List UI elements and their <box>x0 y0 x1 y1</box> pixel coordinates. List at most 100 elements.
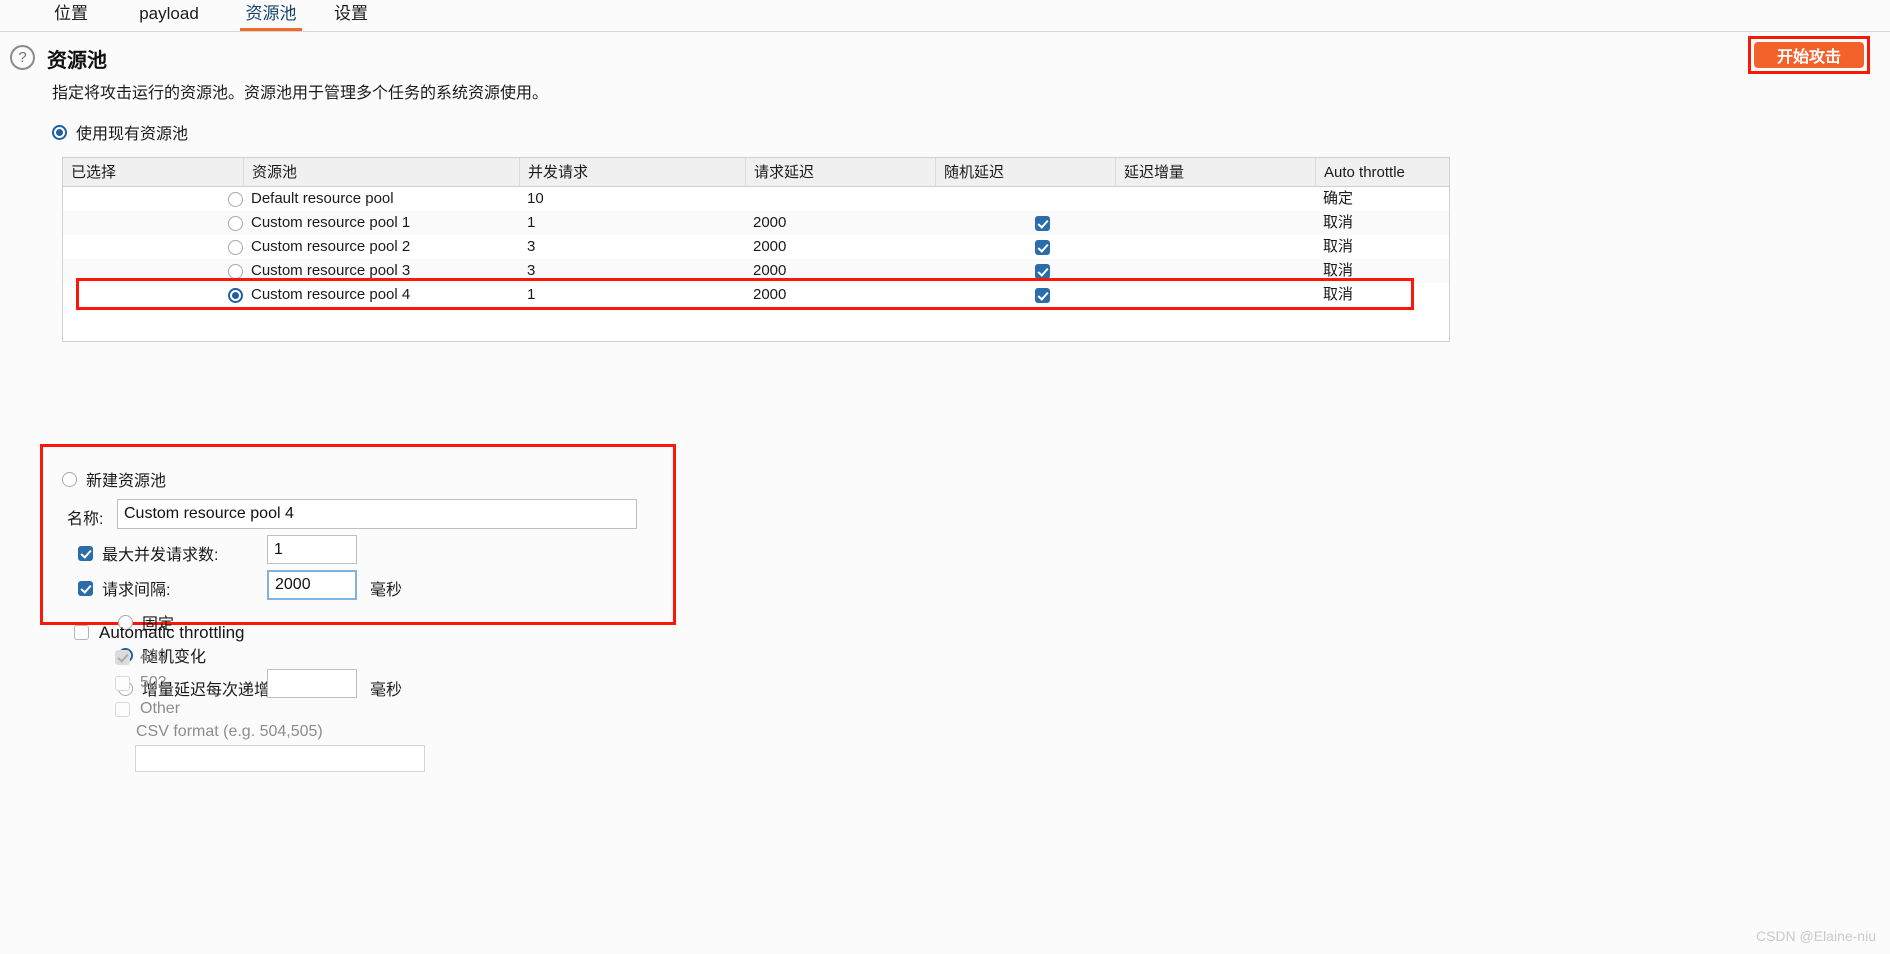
random-delay-checkbox[interactable] <box>1035 287 1050 303</box>
row-select-radio[interactable] <box>228 239 243 255</box>
cell-auto-throttle: 确定 <box>1323 190 1354 207</box>
cell-concurrent-requests: 10 <box>527 190 544 207</box>
cell-concurrent-requests: 1 <box>527 286 536 303</box>
help-icon[interactable]: ? <box>10 45 35 70</box>
automatic-throttling-option[interactable]: Automatic throttling <box>74 622 245 643</box>
increment-delay-input[interactable] <box>267 669 357 698</box>
row-select-radio[interactable] <box>228 287 243 303</box>
row-select-cell[interactable] <box>63 211 243 235</box>
cell-request-delay <box>753 187 935 211</box>
row-select-cell[interactable] <box>63 283 243 307</box>
active-tab-underline <box>240 28 302 31</box>
throttle-503-checkbox[interactable] <box>115 675 130 691</box>
cell-request-delay: 2000 <box>753 286 787 303</box>
cell-request-delay: 2000 <box>753 214 787 231</box>
max-concurrent-input[interactable] <box>267 535 357 564</box>
table-header-delay[interactable]: 请求延迟 <box>745 158 935 187</box>
table-row[interactable]: Custom resource pool 2 3 2000 取消 <box>63 235 1449 259</box>
cell-concurrent-requests: 3 <box>527 262 536 279</box>
table-header-auto_throttle[interactable]: Auto throttle <box>1315 158 1449 187</box>
automatic-throttling-label: Automatic throttling <box>99 622 245 642</box>
table-row[interactable]: Custom resource pool 3 3 2000 取消 <box>63 259 1449 283</box>
cell-delay-increment <box>1123 211 1315 235</box>
cell-delay-increment <box>1123 283 1315 307</box>
table-header-selected[interactable]: 已选择 <box>63 158 243 187</box>
throttle-other-label: Other <box>140 700 181 717</box>
tab-resource-pool[interactable]: 资源池 <box>240 0 302 31</box>
table-header-pool[interactable]: 资源池 <box>243 158 519 187</box>
tab-label: 设置 <box>334 4 368 23</box>
tab-label: payload <box>139 4 199 23</box>
max-concurrent-option[interactable]: 最大并发请求数: <box>78 541 218 565</box>
cell-request-delay: 2000 <box>753 238 787 255</box>
csv-format-hint: CSV format (e.g. 504,505) <box>136 723 323 740</box>
resource-pool-table: 已选择 资源池 并发请求 请求延迟 随机延迟 延迟增量 Auto throttle Defa… <box>62 157 1450 342</box>
throttle-option-429[interactable]: 429 <box>115 648 167 666</box>
cell-delay-increment <box>1123 235 1315 259</box>
row-select-radio[interactable] <box>228 191 243 207</box>
max-concurrent-label: 最大并发请求数: <box>102 547 219 564</box>
csv-codes-input[interactable] <box>135 745 425 772</box>
throttle-option-other[interactable]: Other <box>115 700 180 718</box>
tab-label: 位置 <box>54 4 88 23</box>
new-pool-option[interactable]: 新建资源池 <box>62 467 166 491</box>
cell-random-delay[interactable] <box>1035 259 1115 283</box>
throttle-option-503[interactable]: 503 <box>115 674 167 692</box>
increment-delay-unit: 毫秒 <box>370 682 403 699</box>
row-select-radio[interactable] <box>228 215 243 231</box>
use-existing-pool-option[interactable]: 使用现有资源池 <box>52 120 188 144</box>
table-header-random_delay[interactable]: 随机延迟 <box>935 158 1115 187</box>
row-select-cell[interactable] <box>63 235 243 259</box>
throttle-503-label: 503 <box>140 674 167 691</box>
page-title: 资源池 <box>47 50 107 72</box>
start-attack-highlight: 开始攻击 <box>1748 36 1870 74</box>
cell-pool-name: Custom resource pool 3 <box>251 262 411 279</box>
automatic-throttling-checkbox[interactable] <box>74 625 89 641</box>
cell-pool-name: Custom resource pool 2 <box>251 238 411 255</box>
cell-concurrent-requests: 3 <box>527 238 536 255</box>
cell-auto-throttle: 取消 <box>1323 238 1354 255</box>
random-delay-checkbox[interactable] <box>1035 263 1050 279</box>
throttle-other-checkbox[interactable] <box>115 701 130 717</box>
cell-random-delay[interactable] <box>1035 235 1115 259</box>
request-interval-checkbox[interactable] <box>78 580 93 596</box>
cell-random-delay[interactable] <box>1035 187 1115 211</box>
random-delay-checkbox[interactable] <box>1035 215 1050 231</box>
watermark: CSDN @Elaine-niu <box>1755 928 1876 944</box>
request-interval-input[interactable] <box>267 570 357 600</box>
pool-name-input[interactable] <box>117 499 637 529</box>
cell-auto-throttle: 取消 <box>1323 262 1354 279</box>
table-header-concurrent[interactable]: 并发请求 <box>519 158 745 187</box>
row-select-cell[interactable] <box>63 187 243 211</box>
use-existing-pool-radio[interactable] <box>52 124 67 140</box>
cell-delay-increment <box>1123 187 1315 211</box>
tab-settings[interactable]: 设置 <box>320 0 382 31</box>
row-select-radio[interactable] <box>228 263 243 279</box>
cell-random-delay[interactable] <box>1035 211 1115 235</box>
throttle-429-checkbox[interactable] <box>115 649 130 665</box>
use-existing-pool-label: 使用现有资源池 <box>76 126 189 143</box>
table-row[interactable]: Default resource pool 10 确定 <box>63 187 1449 211</box>
cell-auto-throttle: 取消 <box>1323 286 1354 303</box>
tab-location[interactable]: 位置 <box>40 0 102 31</box>
request-interval-option[interactable]: 请求间隔: <box>78 576 170 600</box>
cell-pool-name: Default resource pool <box>251 190 394 207</box>
max-concurrent-checkbox[interactable] <box>78 545 93 561</box>
row-select-cell[interactable] <box>63 259 243 283</box>
cell-concurrent-requests: 1 <box>527 214 536 231</box>
cell-random-delay[interactable] <box>1035 283 1115 307</box>
table-header-row: 已选择 资源池 并发请求 请求延迟 随机延迟 延迟增量 Auto throttle <box>63 158 1449 187</box>
page-description: 指定将攻击运行的资源池。资源池用于管理多个任务的系统资源使用。 <box>52 85 549 102</box>
table-row[interactable]: Custom resource pool 1 1 2000 取消 <box>63 211 1449 235</box>
random-delay-checkbox[interactable] <box>1035 239 1050 255</box>
throttle-429-label: 429 <box>140 648 167 665</box>
start-attack-button[interactable]: 开始攻击 <box>1754 42 1864 68</box>
table-header-delay_increment[interactable]: 延迟增量 <box>1115 158 1315 187</box>
tab-payload[interactable]: payload <box>120 0 218 31</box>
new-pool-radio[interactable] <box>62 471 77 487</box>
table-row[interactable]: Custom resource pool 4 1 2000 取消 <box>63 283 1449 307</box>
cell-delay-increment <box>1123 259 1315 283</box>
new-pool-label: 新建资源池 <box>86 473 167 490</box>
tab-label: 资源池 <box>245 4 297 23</box>
cell-pool-name: Custom resource pool 4 <box>251 286 411 303</box>
